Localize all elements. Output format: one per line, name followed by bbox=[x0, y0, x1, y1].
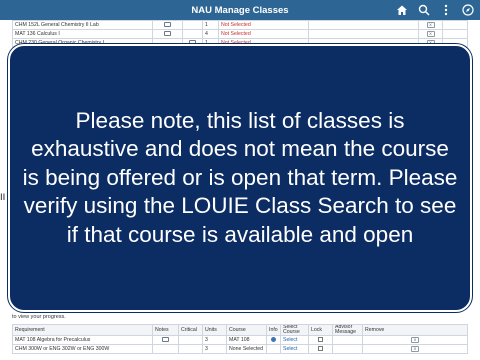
progress-text: to view your progress. bbox=[12, 314, 66, 320]
col-remove: Remove bbox=[362, 324, 468, 336]
notes-cell bbox=[152, 344, 179, 354]
notes-cell[interactable] bbox=[152, 20, 183, 30]
table-header-row: Requirement Notes Critical Units Course … bbox=[12, 324, 468, 336]
remove-icon[interactable]: X bbox=[426, 31, 435, 37]
notice-text: Please note, this list of classes is exh… bbox=[22, 107, 458, 247]
critical-cell bbox=[182, 29, 203, 39]
remove-icon[interactable]: X bbox=[411, 337, 419, 343]
select-course-link[interactable]: Select bbox=[280, 344, 309, 354]
info-cell bbox=[266, 344, 281, 354]
status-cell: Not Selected bbox=[218, 29, 309, 39]
select-course-link[interactable]: Select bbox=[280, 335, 309, 345]
more-icon[interactable] bbox=[438, 2, 454, 18]
notes-cell[interactable] bbox=[152, 335, 179, 345]
notes-cell[interactable] bbox=[152, 29, 183, 39]
critical-cell bbox=[178, 335, 203, 345]
remove-cell[interactable]: X bbox=[418, 29, 443, 39]
lock-cell[interactable] bbox=[308, 335, 333, 345]
col-advisor-message: Advisor Message bbox=[332, 324, 363, 336]
col-select-course: Select Course bbox=[280, 324, 309, 336]
requirement-cell: MAT 108 Algebra for Precalculus bbox=[12, 335, 153, 345]
info-icon[interactable] bbox=[271, 337, 276, 343]
course-cell: MAT 108 bbox=[226, 335, 267, 345]
col-notes: Notes bbox=[152, 324, 179, 336]
home-icon[interactable] bbox=[394, 2, 410, 18]
table-row: MAT 108 Algebra for Precalculus 3 MAT 10… bbox=[12, 335, 468, 345]
course-cell: MAT 136 Calculus I bbox=[12, 29, 153, 39]
critical-cell bbox=[178, 344, 203, 354]
table-row: CHM 152L General Chemistry II Lab 1 Not … bbox=[12, 20, 468, 30]
note-icon[interactable] bbox=[164, 31, 171, 37]
remove-cell[interactable]: X bbox=[362, 344, 468, 354]
remove-cell[interactable]: X bbox=[362, 335, 468, 345]
col-lock: Lock bbox=[308, 324, 333, 336]
course-cell: CHM 152L General Chemistry II Lab bbox=[12, 20, 153, 30]
col-course: Course bbox=[226, 324, 267, 336]
notice-overlay: Please note, this list of classes is exh… bbox=[8, 44, 472, 312]
table-row: CHM 300W or ENG 302W or ENG 300W 3 None … bbox=[12, 344, 468, 354]
search-icon[interactable] bbox=[416, 2, 432, 18]
course-cell: None Selected bbox=[226, 344, 267, 354]
empty-cell bbox=[308, 29, 419, 39]
col-critical: Critical bbox=[178, 324, 203, 336]
critical-cell bbox=[182, 20, 203, 30]
remove-cell[interactable]: X bbox=[418, 20, 443, 30]
note-icon[interactable] bbox=[164, 22, 171, 28]
units-cell: 3 bbox=[202, 335, 227, 345]
lock-checkbox[interactable] bbox=[318, 337, 323, 343]
lock-checkbox[interactable] bbox=[318, 346, 323, 352]
empty-cell bbox=[308, 20, 419, 30]
col-info: Info bbox=[266, 324, 281, 336]
advisor-message-cell bbox=[332, 335, 363, 345]
note-icon[interactable] bbox=[162, 337, 169, 343]
col-requirement: Requirement bbox=[12, 324, 153, 336]
app-header: NAU Manage Classes bbox=[0, 0, 480, 20]
info-cell[interactable] bbox=[266, 335, 281, 345]
empty-cell bbox=[442, 29, 468, 39]
header-actions bbox=[394, 2, 476, 18]
table-row: MAT 136 Calculus I 4 Not Selected X bbox=[12, 29, 468, 39]
side-panel-handle[interactable]: II bbox=[0, 190, 6, 206]
units-cell: 1 bbox=[202, 20, 219, 30]
requirements-table: Requirement Notes Critical Units Course … bbox=[12, 324, 468, 354]
empty-cell bbox=[442, 20, 468, 30]
advisor-message-cell bbox=[332, 344, 363, 354]
remove-icon[interactable]: X bbox=[426, 22, 435, 28]
status-cell: Not Selected bbox=[218, 20, 309, 30]
col-units: Units bbox=[202, 324, 227, 336]
lock-cell[interactable] bbox=[308, 344, 333, 354]
compass-icon[interactable] bbox=[460, 2, 476, 18]
page-title: NAU Manage Classes bbox=[191, 4, 289, 16]
units-cell: 3 bbox=[202, 344, 227, 354]
requirement-cell: CHM 300W or ENG 302W or ENG 300W bbox=[12, 344, 153, 354]
remove-icon[interactable]: X bbox=[411, 346, 419, 352]
units-cell: 4 bbox=[202, 29, 219, 39]
